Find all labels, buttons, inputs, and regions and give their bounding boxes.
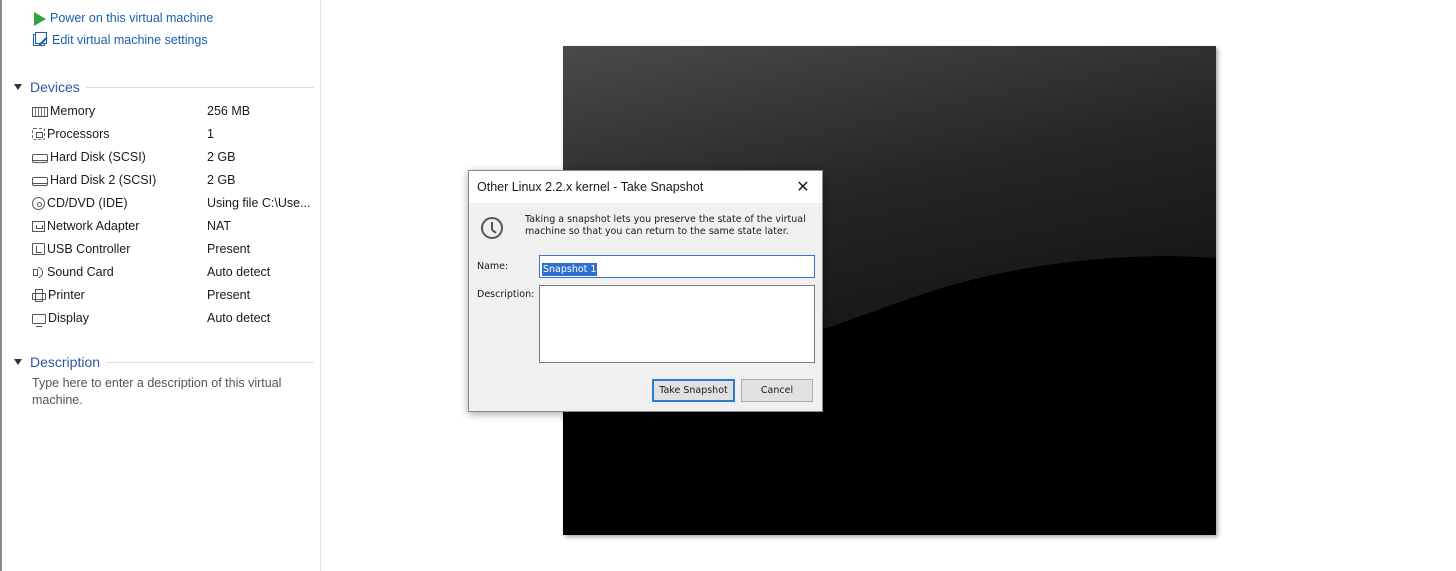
- device-name: Sound Card: [47, 265, 114, 279]
- clock-icon: [481, 217, 503, 239]
- device-value: 2 GB: [207, 173, 236, 187]
- cancel-button[interactable]: Cancel: [741, 379, 813, 402]
- device-row-printer[interactable]: Printer Present: [32, 285, 317, 305]
- usb-controller-icon: [32, 243, 45, 255]
- network-adapter-icon: [32, 220, 45, 232]
- description-section-header[interactable]: Description: [14, 353, 314, 371]
- device-row-memory[interactable]: Memory 256 MB: [32, 101, 317, 121]
- device-value: Auto detect: [207, 311, 271, 325]
- vm-workstation-window: Power on this virtual machine Edit virtu…: [0, 0, 1456, 571]
- power-on-label: Power on this virtual machine: [50, 11, 214, 25]
- device-value: 1: [207, 127, 214, 141]
- device-value: Using file C:\Use...: [207, 196, 311, 210]
- sound-card-icon: [32, 265, 45, 279]
- edit-settings-command[interactable]: Edit virtual machine settings: [32, 30, 208, 50]
- device-name: USB Controller: [47, 242, 131, 256]
- device-name: Hard Disk 2 (SCSI): [50, 173, 157, 187]
- snapshot-info-text: Taking a snapshot lets you preserve the …: [525, 214, 806, 237]
- device-row-hard-disk[interactable]: Hard Disk (SCSI) 2 GB: [32, 147, 317, 167]
- dialog-title-bar: Other Linux 2.2.x kernel - Take Snapshot…: [469, 171, 822, 203]
- take-snapshot-dialog: Other Linux 2.2.x kernel - Take Snapshot…: [468, 170, 823, 412]
- device-name: CD/DVD (IDE): [47, 196, 128, 210]
- edit-settings-icon: [32, 32, 48, 48]
- play-icon: [34, 11, 46, 26]
- device-row-sound-card[interactable]: Sound Card Auto detect: [32, 262, 317, 282]
- collapse-arrow-icon: [14, 359, 22, 365]
- device-row-hard-disk-2[interactable]: Hard Disk 2 (SCSI) 2 GB: [32, 170, 317, 190]
- display-icon: [32, 313, 46, 327]
- devices-section-header[interactable]: Devices: [14, 78, 314, 96]
- device-name: Processors: [47, 127, 110, 141]
- close-icon[interactable]: ✕: [788, 171, 818, 203]
- device-value: 256 MB: [207, 104, 251, 118]
- devices-title: Devices: [30, 79, 80, 95]
- section-divider: [106, 361, 314, 363]
- device-value: NAT: [207, 219, 232, 233]
- edit-settings-label: Edit virtual machine settings: [52, 33, 208, 47]
- device-value: Present: [207, 242, 251, 256]
- hard-disk-icon: [32, 177, 48, 186]
- snapshot-name-input[interactable]: Snapshot 1: [539, 255, 815, 278]
- description-label: Description:: [477, 289, 535, 300]
- printer-icon: [32, 289, 46, 302]
- name-label: Name:: [477, 261, 509, 272]
- dialog-title: Other Linux 2.2.x kernel - Take Snapshot: [477, 180, 704, 194]
- device-name: Memory: [50, 104, 96, 118]
- section-divider: [85, 86, 314, 88]
- device-row-usb-controller[interactable]: USB Controller Present: [32, 239, 317, 259]
- processor-icon: [32, 128, 45, 140]
- cd-dvd-icon: [32, 196, 45, 210]
- memory-icon: [32, 106, 48, 117]
- vm-details-panel: Power on this virtual machine Edit virtu…: [0, 0, 321, 571]
- description-title: Description: [30, 354, 101, 370]
- hard-disk-icon: [32, 154, 48, 163]
- device-value: 2 GB: [207, 150, 236, 164]
- vm-description-field[interactable]: Type here to enter a description of this…: [32, 375, 307, 409]
- device-row-cd-dvd[interactable]: CD/DVD (IDE) Using file C:\Use...: [32, 193, 317, 213]
- device-name: Network Adapter: [47, 219, 140, 233]
- device-name: Hard Disk (SCSI): [50, 150, 146, 164]
- device-name: Display: [48, 311, 89, 325]
- device-row-display[interactable]: Display Auto detect: [32, 308, 317, 328]
- snapshot-description-input[interactable]: [539, 285, 815, 363]
- power-on-command[interactable]: Power on this virtual machine: [32, 8, 213, 28]
- device-row-processors[interactable]: Processors 1: [32, 124, 317, 144]
- take-snapshot-button[interactable]: Take Snapshot: [652, 379, 735, 402]
- device-value: Auto detect: [207, 265, 271, 279]
- snapshot-name-value: Snapshot 1: [542, 263, 598, 276]
- device-value: Present: [207, 288, 251, 302]
- device-row-network-adapter[interactable]: Network Adapter NAT: [32, 216, 317, 236]
- device-name: Printer: [48, 288, 85, 302]
- collapse-arrow-icon: [14, 84, 22, 90]
